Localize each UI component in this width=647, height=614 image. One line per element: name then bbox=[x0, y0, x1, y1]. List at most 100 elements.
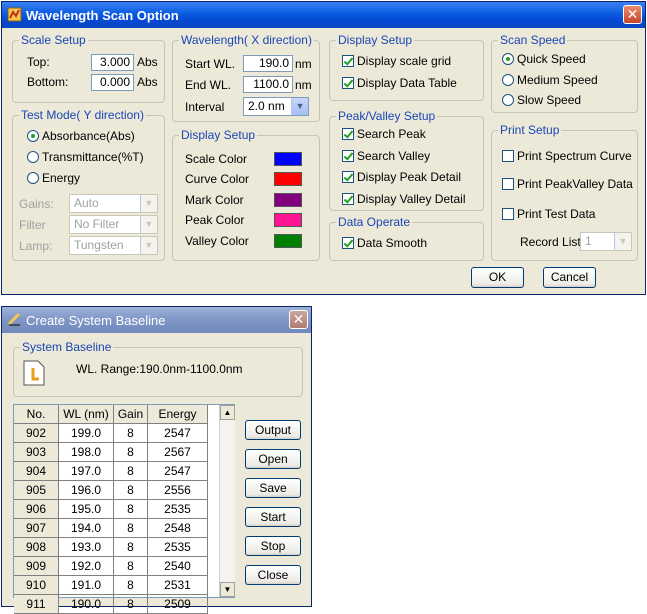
quick-speed-label[interactable]: Quick Speed bbox=[517, 52, 586, 66]
peak-detail-checkbox[interactable] bbox=[342, 171, 354, 183]
grid-cell[interactable]: 199.0 bbox=[59, 424, 114, 443]
scroll-up-button[interactable]: ▲ bbox=[220, 405, 235, 420]
scale-grid-label[interactable]: Display scale grid bbox=[357, 54, 451, 68]
peak-color-swatch[interactable] bbox=[274, 213, 302, 227]
filter-select[interactable]: No Filter ▼ bbox=[69, 215, 158, 234]
grid-row-number[interactable]: 905 bbox=[14, 481, 59, 500]
grid-cell[interactable]: 8 bbox=[114, 500, 148, 519]
slow-speed-radio[interactable] bbox=[502, 94, 514, 106]
medium-speed-radio[interactable] bbox=[502, 74, 514, 86]
search-valley-checkbox[interactable] bbox=[342, 150, 354, 162]
grid-cell[interactable]: 8 bbox=[114, 538, 148, 557]
grid-scrollbar[interactable]: ▲ ▼ bbox=[219, 405, 235, 597]
transmittance-label[interactable]: Transmittance(%T) bbox=[42, 150, 144, 164]
top-input[interactable]: 3.000 bbox=[91, 54, 134, 71]
print-spectrum-checkbox[interactable] bbox=[502, 150, 514, 162]
grid-cell[interactable]: 193.0 bbox=[59, 538, 114, 557]
grid-cell[interactable]: 8 bbox=[114, 462, 148, 481]
gains-select[interactable]: Auto ▼ bbox=[69, 194, 158, 213]
grid-cell[interactable]: 2509 bbox=[148, 595, 208, 614]
output-button[interactable]: Output bbox=[245, 420, 301, 440]
grid-cell[interactable]: 2531 bbox=[148, 576, 208, 595]
valley-detail-checkbox[interactable] bbox=[342, 193, 354, 205]
grid-cell[interactable]: 194.0 bbox=[59, 519, 114, 538]
valley-detail-label[interactable]: Display Valley Detail bbox=[357, 192, 466, 206]
curve-color-swatch[interactable] bbox=[274, 172, 302, 186]
grid-cell[interactable]: 2556 bbox=[148, 481, 208, 500]
grid-cell[interactable]: 2548 bbox=[148, 519, 208, 538]
grid-cell[interactable]: 2535 bbox=[148, 500, 208, 519]
scale-color-swatch[interactable] bbox=[274, 152, 302, 166]
search-peak-label[interactable]: Search Peak bbox=[357, 127, 426, 141]
absorbance-label[interactable]: Absorbance(Abs) bbox=[42, 129, 135, 143]
cancel-button[interactable]: Cancel bbox=[543, 267, 596, 288]
grid-row-number[interactable]: 909 bbox=[14, 557, 59, 576]
grid-cell[interactable]: 195.0 bbox=[59, 500, 114, 519]
grid-row-number[interactable]: 908 bbox=[14, 538, 59, 557]
record-list-select[interactable]: 1 ▼ bbox=[580, 232, 632, 251]
baseline-titlebar[interactable]: Create System Baseline ✕ bbox=[2, 307, 311, 333]
grid-cell[interactable]: 196.0 bbox=[59, 481, 114, 500]
print-test-data-checkbox[interactable] bbox=[502, 208, 514, 220]
grid-row-number[interactable]: 903 bbox=[14, 443, 59, 462]
lamp-select[interactable]: Tungsten ▼ bbox=[69, 236, 158, 255]
grid-cell[interactable]: 8 bbox=[114, 443, 148, 462]
interval-select[interactable]: 2.0 nm ▼ bbox=[243, 97, 309, 116]
print-spectrum-label[interactable]: Print Spectrum Curve bbox=[517, 149, 632, 163]
mark-color-swatch[interactable] bbox=[274, 193, 302, 207]
grid-cell[interactable]: 8 bbox=[114, 557, 148, 576]
absorbance-radio[interactable] bbox=[27, 130, 39, 142]
grid-cell[interactable]: 2547 bbox=[148, 462, 208, 481]
grid-row-number[interactable]: 906 bbox=[14, 500, 59, 519]
close-icon[interactable]: ✕ bbox=[289, 310, 308, 329]
transmittance-radio[interactable] bbox=[27, 151, 39, 163]
grid-cell[interactable]: 8 bbox=[114, 576, 148, 595]
grid-row-number[interactable]: 907 bbox=[14, 519, 59, 538]
grid-cell[interactable]: 191.0 bbox=[59, 576, 114, 595]
save-button[interactable]: Save bbox=[245, 478, 301, 498]
grid-cell[interactable]: 8 bbox=[114, 595, 148, 614]
slow-speed-label[interactable]: Slow Speed bbox=[517, 93, 581, 107]
grid-cell[interactable]: 2535 bbox=[148, 538, 208, 557]
ok-button[interactable]: OK bbox=[471, 267, 524, 288]
grid-cell[interactable]: 2540 bbox=[148, 557, 208, 576]
bottom-input[interactable]: 0.000 bbox=[91, 74, 134, 91]
grid-cell[interactable]: 2567 bbox=[148, 443, 208, 462]
grid-cell[interactable]: 8 bbox=[114, 519, 148, 538]
start-wl-input[interactable]: 190.0 bbox=[243, 55, 293, 72]
grid-cell[interactable]: 197.0 bbox=[59, 462, 114, 481]
close-button[interactable]: Close bbox=[245, 565, 301, 585]
stop-button[interactable]: Stop bbox=[245, 536, 301, 556]
grid-cell[interactable]: 190.0 bbox=[59, 595, 114, 614]
grid-cell[interactable]: 198.0 bbox=[59, 443, 114, 462]
data-smooth-label[interactable]: Data Smooth bbox=[357, 236, 427, 250]
end-wl-input[interactable]: 1100.0 bbox=[243, 76, 293, 93]
scan-option-titlebar[interactable]: Wavelength Scan Option ✕ bbox=[2, 2, 645, 28]
grid-row-number[interactable]: 902 bbox=[14, 424, 59, 443]
data-table-label[interactable]: Display Data Table bbox=[357, 76, 457, 90]
start-button[interactable]: Start bbox=[245, 507, 301, 527]
scroll-down-button[interactable]: ▼ bbox=[220, 582, 235, 597]
grid-row-number[interactable]: 910 bbox=[14, 576, 59, 595]
peak-detail-label[interactable]: Display Peak Detail bbox=[357, 170, 461, 184]
grid-row-number[interactable]: 904 bbox=[14, 462, 59, 481]
medium-speed-label[interactable]: Medium Speed bbox=[517, 73, 598, 87]
open-button[interactable]: Open bbox=[245, 449, 301, 469]
valley-color-swatch[interactable] bbox=[274, 234, 302, 248]
energy-label[interactable]: Energy bbox=[42, 171, 80, 185]
data-table-checkbox[interactable] bbox=[342, 77, 354, 89]
search-valley-label[interactable]: Search Valley bbox=[357, 149, 430, 163]
energy-radio[interactable] bbox=[27, 172, 39, 184]
grid-cell[interactable]: 192.0 bbox=[59, 557, 114, 576]
search-peak-checkbox[interactable] bbox=[342, 128, 354, 140]
grid-cell[interactable]: 8 bbox=[114, 424, 148, 443]
print-peakvalley-checkbox[interactable] bbox=[502, 178, 514, 190]
baseline-data-grid[interactable]: No. WL (nm) Gain Energy 902 199.0 8 2547 903 198.… bbox=[13, 404, 235, 614]
scale-grid-checkbox[interactable] bbox=[342, 55, 354, 67]
grid-row-number[interactable]: 911 bbox=[14, 595, 59, 614]
quick-speed-radio[interactable] bbox=[502, 53, 514, 65]
print-test-data-label[interactable]: Print Test Data bbox=[517, 207, 595, 221]
data-smooth-checkbox[interactable] bbox=[342, 237, 354, 249]
grid-cell[interactable]: 8 bbox=[114, 481, 148, 500]
grid-cell[interactable]: 2547 bbox=[148, 424, 208, 443]
